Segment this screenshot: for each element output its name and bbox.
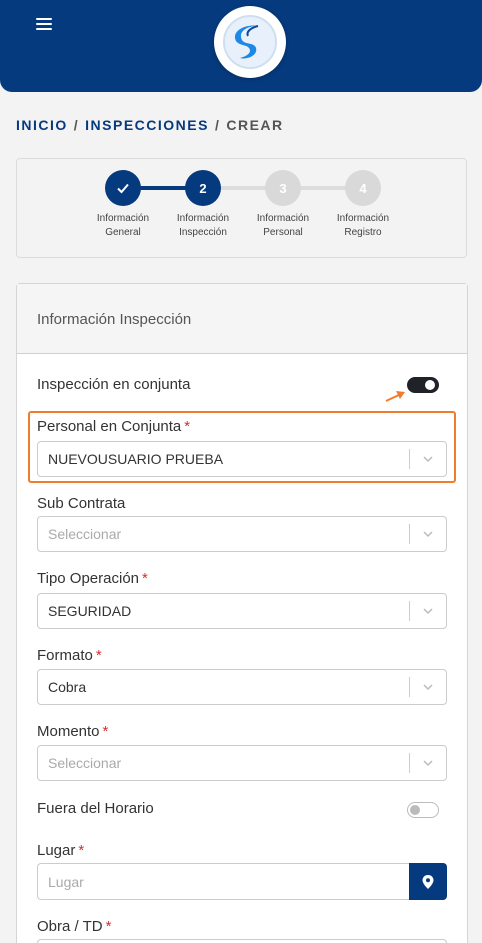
personal-conjunta-select[interactable]: NUEVOUSUARIO PRUEBA xyxy=(37,441,447,477)
required-mark: * xyxy=(78,842,85,859)
required-mark: * xyxy=(184,418,191,435)
required-mark: * xyxy=(102,723,109,740)
chevron-down-icon[interactable] xyxy=(410,756,446,770)
momento-label-text: Momento xyxy=(37,723,100,740)
subcontrata-label: Sub Contrata xyxy=(37,495,126,512)
step-label: Información xyxy=(176,213,230,224)
step-label: Registro xyxy=(344,227,382,238)
step-informacion-inspeccion[interactable]: 2 Información Inspección xyxy=(163,170,243,240)
step-informacion-general[interactable]: Información General xyxy=(83,170,163,240)
step-circle xyxy=(105,170,141,206)
tipo-operacion-select[interactable]: SEGURIDAD xyxy=(37,593,447,629)
breadcrumb-current: CREAR xyxy=(226,117,284,133)
personal-label-text: Personal en Conjunta xyxy=(37,418,182,435)
lugar-label: Lugar * xyxy=(37,842,84,859)
step-informacion-registro[interactable]: 4 Información Registro xyxy=(323,170,403,240)
step-circle: 3 xyxy=(265,170,301,206)
step-label: Información xyxy=(256,213,310,224)
formato-label: Formato * xyxy=(37,647,102,664)
personal-value: NUEVOUSUARIO PRUEBA xyxy=(48,451,224,467)
momento-placeholder: Seleccionar xyxy=(48,755,122,771)
conjunta-toggle[interactable] xyxy=(407,377,439,393)
fuera-horario-toggle[interactable] xyxy=(407,802,439,818)
step-label: Personal xyxy=(263,227,303,238)
obra-label-text: Obra / TD xyxy=(37,918,103,935)
conjunta-label: Inspección en conjunta xyxy=(37,376,191,393)
tipo-label-text: Tipo Operación xyxy=(37,570,139,587)
obra-select[interactable] xyxy=(37,939,447,943)
breadcrumb-inspecciones-link[interactable]: INSPECCIONES xyxy=(85,117,209,133)
lugar-input[interactable]: Lugar xyxy=(37,863,409,900)
fuera-horario-label: Fuera del Horario xyxy=(37,800,154,817)
required-mark: * xyxy=(95,647,102,664)
map-pin-icon xyxy=(422,874,434,889)
formato-label-text: Formato xyxy=(37,647,93,664)
step-circle: 2 xyxy=(185,170,221,206)
card-title: Información Inspección xyxy=(17,284,467,354)
subcontrata-placeholder: Seleccionar xyxy=(48,526,122,542)
personal-label: Personal en Conjunta * xyxy=(37,418,190,435)
chevron-down-icon[interactable] xyxy=(410,452,446,466)
required-mark: * xyxy=(142,570,148,587)
obra-label: Obra / TD * xyxy=(37,918,111,935)
breadcrumb-home-link[interactable]: INICIO xyxy=(16,117,68,133)
arrow-annotation xyxy=(385,391,405,402)
chevron-down-icon[interactable] xyxy=(410,680,446,694)
formato-select[interactable]: Cobra xyxy=(37,669,447,705)
step-circle: 4 xyxy=(345,170,381,206)
brand-logo[interactable] xyxy=(214,6,286,78)
hamburger-menu-icon[interactable] xyxy=(36,18,52,34)
progress-stepper: Información General 2 Información Inspecci… xyxy=(16,158,467,258)
tipo-value: SEGURIDAD xyxy=(48,603,132,619)
breadcrumb-separator: / xyxy=(73,117,80,133)
tipo-operacion-label: Tipo Operación * xyxy=(37,570,148,587)
chevron-down-icon[interactable] xyxy=(410,527,446,541)
formato-value: Cobra xyxy=(48,679,87,695)
chevron-down-icon[interactable] xyxy=(410,604,446,618)
breadcrumb-separator: / xyxy=(214,117,221,133)
breadcrumb: INICIO / INSPECCIONES / CREAR xyxy=(16,117,284,133)
step-label: Información xyxy=(96,213,150,224)
momento-label: Momento * xyxy=(37,723,108,740)
lugar-label-text: Lugar xyxy=(37,842,76,859)
top-bar xyxy=(0,0,482,92)
momento-select[interactable]: Seleccionar xyxy=(37,745,447,781)
check-icon xyxy=(117,183,129,194)
lugar-input-group: Lugar xyxy=(37,863,447,900)
step-label: General xyxy=(105,227,141,238)
subcontrata-select[interactable]: Seleccionar xyxy=(37,516,447,552)
step-label: Información xyxy=(336,213,390,224)
location-button[interactable] xyxy=(409,863,447,900)
step-label: Inspección xyxy=(179,227,227,238)
step-informacion-personal[interactable]: 3 Información Personal xyxy=(243,170,323,240)
required-mark: * xyxy=(105,918,112,935)
